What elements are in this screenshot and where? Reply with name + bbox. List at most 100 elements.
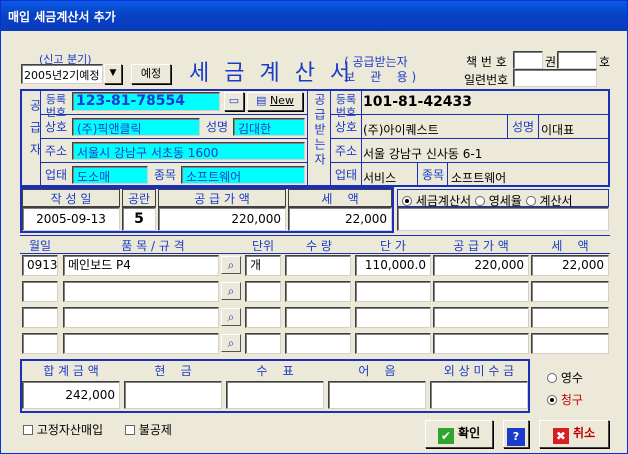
item-price-input[interactable] [355,333,431,354]
ok-button[interactable]: ✔ 확인 [425,420,493,448]
col-supply-header: 공 급 가 액 [453,239,509,253]
item-supply-input[interactable] [433,333,529,354]
item-name-input[interactable] [63,281,219,302]
doc-type-invoice[interactable]: 계산서 [525,194,573,208]
period-apply-button[interactable]: 예정 [131,64,171,84]
total-header-4: 외 상 미 수 금 [443,364,515,378]
buyer-rep-label: 성명 [511,120,535,134]
radio-receipt[interactable] [547,373,557,383]
search-icon[interactable]: ⌕ [221,334,241,352]
supplier-item-input[interactable]: 소프트웨어 [181,166,305,184]
item-price-input[interactable] [355,281,431,302]
buyer-reg-label: 등록번호 [335,93,357,119]
item-date-input[interactable]: 0913 [22,255,58,276]
buyer-side-label: 공급받는자 [310,93,328,172]
supplier-side-label: 공급자 [23,99,42,173]
fixed-asset-option[interactable]: 고정자산매입 [23,421,103,438]
tax-header: 세 액 [288,189,392,207]
title-bar: 매입 세금계산서 추가 [1,1,627,31]
book-number-input[interactable] [557,51,597,69]
item-tax-input[interactable] [531,281,609,302]
col-price-header: 단 가 [380,239,406,253]
fixed-asset-checkbox[interactable] [23,425,33,435]
col-qty-header: 수 량 [306,239,332,253]
item-date-input[interactable] [22,333,58,354]
item-qty-input[interactable] [285,307,351,328]
blank-header: 공란 [122,189,156,207]
item-tax-input[interactable] [531,333,609,354]
radio-zero[interactable] [474,196,485,206]
buyer-biz-label: 업태 [334,168,358,182]
buyer-rep-value: 이대표 [541,123,575,137]
supply-header: 공 급 가 액 [158,189,286,207]
magnifier-glyph: ⌕ [227,336,235,350]
supplier-rep-input[interactable]: 김대한 [233,118,305,136]
doc-icon: ▤ [256,94,267,107]
claim-option[interactable]: 청구 [547,391,583,408]
radio-invoice[interactable] [525,196,536,206]
no-deduct-label: 불공제 [138,423,172,437]
doc-type-group: 세금계산서 영세율 계산서 [397,189,609,208]
supplier-biz-input[interactable]: 도소매 [72,166,148,184]
folder-icon[interactable]: ▭ [224,92,244,111]
period-select[interactable]: 2005년2기예정 [21,64,103,84]
supplier-rep-label: 성명 [205,120,229,134]
total-value-1[interactable] [124,381,222,409]
item-qty-input[interactable] [285,281,351,302]
item-unit-input[interactable] [245,333,281,354]
item-unit-input[interactable] [245,307,281,328]
item-price-input[interactable]: 110,000.0 [355,255,431,276]
search-icon[interactable]: ⌕ [221,282,241,300]
blank-value: 5 [122,207,156,231]
item-qty-input[interactable] [285,333,351,354]
supplier-reg-input[interactable]: 123-81-78554 [72,92,220,111]
radio-taxinvoice[interactable] [402,196,412,206]
item-price-input[interactable] [355,307,431,328]
no-deduct-checkbox[interactable] [125,425,135,435]
book-volume-input[interactable] [513,51,543,69]
document-title: 세 금 계 산 서 [189,61,355,86]
item-unit-input[interactable] [245,281,281,302]
supplier-name-input[interactable]: (주)픽앤클릭 [72,118,200,136]
item-supply-input[interactable] [433,281,529,302]
col-tax-header: 세 액 [551,239,589,253]
tax-value: 22,000 [288,207,392,231]
total-header-3: 어 음 [358,364,396,378]
search-icon[interactable]: ⌕ [221,308,241,326]
supplier-biz-label: 업태 [44,168,68,182]
receipt-option[interactable]: 영수 [547,369,583,386]
item-name-input[interactable] [63,307,219,328]
total-value-4[interactable] [430,381,528,409]
dialog-window: 매입 세금계산서 추가 (신고 분기) 2005년2기예정 ▼ 예정 세 금 계… [0,0,628,454]
total-value-2[interactable] [226,381,324,409]
new-supplier-button[interactable]: ▤ New [247,92,303,111]
item-supply-input[interactable] [433,307,529,328]
serial-input[interactable] [513,69,597,87]
item-unit-input[interactable]: 개 [245,255,281,276]
item-qty-input[interactable] [285,255,351,276]
supplier-addr-input[interactable]: 서울시 강남구 서초동 1600 [72,142,305,160]
search-icon[interactable]: ⌕ [221,256,241,274]
period-dropdown-button[interactable]: ▼ [104,64,122,84]
supplier-addr-label: 주소 [44,144,68,158]
item-supply-input[interactable]: 220,000 [433,255,529,276]
total-value-3[interactable] [328,381,426,409]
date-value[interactable]: 2005-09-13 [22,207,120,231]
item-date-input[interactable] [22,307,58,328]
item-tax-input[interactable]: 22,000 [531,255,609,276]
help-icon: ? [507,428,525,446]
col-date-header: 월일 [28,239,52,253]
cancel-label: 취소 [573,426,596,440]
item-date-input[interactable] [22,281,58,302]
cancel-button[interactable]: ✖ 취소 [539,420,609,448]
item-name-input[interactable]: 메인보드 P4 [63,255,219,276]
item-tax-input[interactable] [531,307,609,328]
new-label: New [269,94,294,107]
doc-type-zero[interactable]: 영세율 [474,194,522,208]
doc-type-taxinvoice[interactable]: 세금계산서 [402,194,471,208]
no-deduct-option[interactable]: 불공제 [125,421,172,438]
radio-claim[interactable] [547,395,557,405]
total-header-0: 합 계 금 액 [43,364,99,378]
help-button[interactable]: ? [503,420,529,448]
item-name-input[interactable] [63,333,219,354]
